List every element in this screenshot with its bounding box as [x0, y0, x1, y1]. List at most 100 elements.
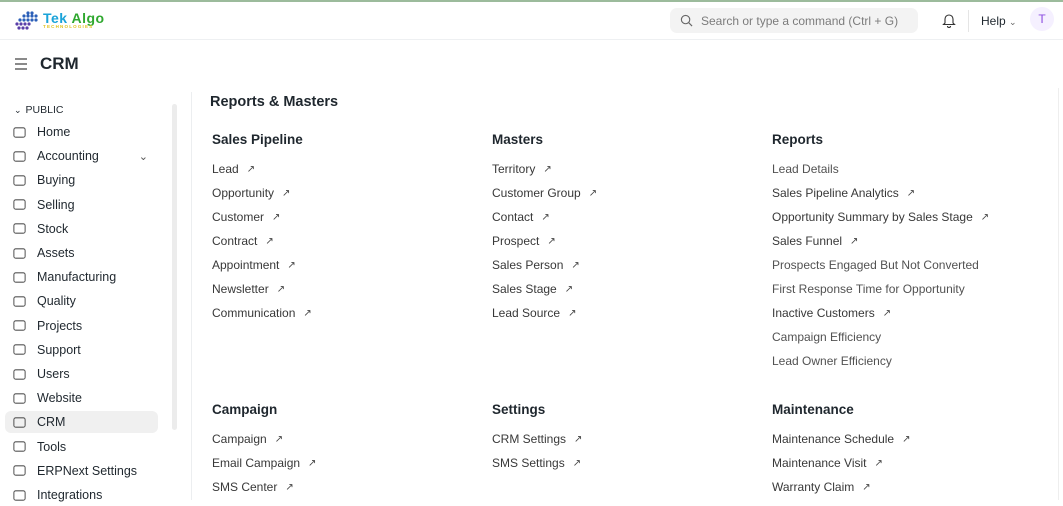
card-link[interactable]: Appointment ↗	[212, 258, 482, 282]
avatar[interactable]: T	[1030, 7, 1054, 31]
arrow-up-right-icon: ↗	[282, 188, 291, 199]
folder-icon	[13, 320, 26, 331]
card-link[interactable]: Opportunity ↗	[212, 186, 482, 210]
card-link[interactable]: Customer Group ↗	[492, 186, 762, 210]
logo-subtext: TECHNOLOGIES	[43, 23, 94, 29]
card-link[interactable]: SMS Center ↗	[212, 480, 482, 504]
chevron-down-icon: ⌄	[1009, 17, 1017, 27]
sidebar-item-website[interactable]: Website	[5, 387, 158, 409]
card-link[interactable]: Contract ↗	[212, 234, 482, 258]
arrow-up-right-icon: ↗	[287, 260, 296, 271]
card-maintenance: Maintenance Maintenance Schedule ↗ Maintena…	[772, 402, 1042, 504]
sidebar-item-label: Buying	[37, 173, 76, 188]
sidebar-scrollbar[interactable]	[172, 104, 177, 430]
link-label: Lead Details	[772, 162, 839, 176]
card-link[interactable]: SMS Settings ↗	[492, 456, 762, 480]
page-title: CRM	[40, 54, 79, 73]
help-dropdown[interactable]: Help ⌄	[981, 14, 1017, 28]
arrow-up-right-icon: ↗	[564, 284, 574, 295]
card-link[interactable]: Prospects Engaged But Not Converted	[772, 258, 1042, 282]
card-link[interactable]: Warranty Claim ↗	[772, 480, 1042, 504]
sidebar-item-label: Assets	[37, 246, 75, 260]
link-label: First Response Time for Opportunity	[772, 282, 965, 296]
building-icon	[13, 271, 26, 283]
card-link[interactable]: Lead Source ↗	[492, 306, 762, 330]
sidebar-item-selling[interactable]: Selling	[5, 194, 158, 216]
sidebar-item-label: Manufacturing	[37, 270, 117, 285]
card-link[interactable]: Maintenance Schedule ↗	[772, 432, 1042, 456]
sidebar-item-buying[interactable]: Buying	[5, 169, 158, 191]
tekalgo-logo[interactable]: Tek Algo TECHNOLOGIES	[14, 10, 105, 30]
headset-icon	[13, 344, 26, 355]
basket-icon	[13, 175, 26, 186]
card-link[interactable]: Customer ↗	[212, 210, 482, 234]
link-label: SMS Center	[212, 480, 278, 494]
card-title: Maintenance	[772, 402, 854, 417]
link-label: Prospect	[492, 234, 540, 248]
card-masters: Masters Territory ↗ Customer Group ↗ Contact ↗…	[492, 132, 762, 330]
sidebar-item-label: Quality	[37, 294, 76, 309]
sidebar-item-projects[interactable]: Projects	[5, 315, 158, 337]
search-placeholder: Search or type a command (Ctrl + G)	[701, 13, 899, 28]
card-link[interactable]: Lead Owner Efficiency	[772, 354, 1042, 378]
sidebar-item-home[interactable]: Home	[5, 121, 158, 143]
sidebar-item-users[interactable]: Users	[5, 363, 158, 385]
sidebar-item-manufacturing[interactable]: Manufacturing	[5, 266, 158, 288]
globe-logo-icon	[15, 11, 38, 30]
sidebar-item-stock[interactable]: Stock	[5, 218, 158, 240]
arrow-up-right-icon: ↗	[574, 434, 583, 445]
link-label: Inactive Customers	[772, 306, 875, 320]
card-link[interactable]: Maintenance Visit ↗	[772, 456, 1042, 480]
card-link[interactable]: Campaign ↗	[212, 432, 482, 456]
card-link[interactable]: Email Campaign ↗	[212, 456, 482, 480]
arrow-up-right-icon: ↗	[272, 212, 281, 223]
sidebar-item-support[interactable]: Support	[5, 339, 158, 361]
card-link[interactable]: Campaign Efficiency	[772, 330, 1042, 354]
arrow-up-right-icon: ↗	[568, 308, 577, 319]
sidebar-item-crm[interactable]: CRM	[5, 411, 158, 434]
integrations-icon	[13, 489, 26, 501]
card-link[interactable]: Territory ↗	[492, 162, 762, 186]
card-link[interactable]: CRM Settings ↗	[492, 432, 762, 456]
sidebar-item-assets[interactable]: Assets	[5, 242, 158, 264]
main-scrollbar[interactable]	[1058, 88, 1059, 500]
link-label: Lead	[212, 162, 239, 176]
link-label: Contract	[212, 234, 258, 248]
link-label: Opportunity	[212, 186, 275, 200]
card-link[interactable]: Communication ↗	[212, 306, 482, 330]
sidebar-item-quality[interactable]: Quality	[5, 290, 158, 312]
card-link[interactable]: Sales Stage ↗	[492, 282, 762, 306]
card-link[interactable]: First Response Time for Opportunity	[772, 282, 1042, 306]
sidebar-section-public[interactable]: ⌄ PUBLIC	[14, 104, 63, 116]
link-label: Customer	[212, 210, 265, 224]
card-link[interactable]: Sales Funnel ↗	[772, 234, 1042, 258]
sidebar-item-integrations[interactable]: Integrations	[5, 484, 158, 506]
card-reports: Reports Lead Details Sales Pipeline Analyt…	[772, 132, 1042, 378]
sidebar-item-label: Support	[37, 342, 81, 357]
chevron-down-icon[interactable]: ⌄	[139, 150, 148, 163]
card-link[interactable]: Inactive Customers ↗	[772, 306, 1042, 330]
card-link[interactable]: Newsletter ↗	[212, 282, 482, 306]
sidebar-item-label: Selling	[37, 197, 75, 212]
card-link[interactable]: Prospect ↗	[492, 234, 762, 258]
sidebar-item-tools[interactable]: Tools	[5, 436, 158, 458]
sidebar-divider	[191, 92, 192, 500]
sidebar-item-accounting[interactable]: Accounting ⌄	[5, 145, 158, 167]
card-link[interactable]: Sales Person ↗	[492, 258, 762, 282]
card-link[interactable]: Lead ↗	[212, 162, 482, 186]
page-header: CRM	[14, 54, 79, 74]
arrow-up-right-icon: ↗	[980, 212, 990, 223]
arrow-up-right-icon: ↗	[303, 308, 312, 319]
link-label: Newsletter	[212, 282, 269, 296]
notification-bell-icon[interactable]	[942, 12, 956, 28]
arrow-up-right-icon: ↗	[850, 236, 859, 247]
sidebar-item-erpnext-settings[interactable]: ERPNext Settings	[5, 460, 158, 482]
link-label: Appointment	[212, 258, 280, 272]
menu-icon[interactable]	[14, 58, 28, 70]
card-link[interactable]: Sales Pipeline Analytics ↗	[772, 186, 1042, 210]
card-link[interactable]: Lead Details	[772, 162, 1042, 186]
card-link[interactable]: Opportunity Summary by Sales Stage ↗	[772, 210, 1042, 234]
arrow-up-right-icon: ↗	[274, 434, 284, 445]
card-link[interactable]: Contact ↗	[492, 210, 762, 234]
search-bar[interactable]: Search or type a command (Ctrl + G)	[670, 8, 918, 33]
